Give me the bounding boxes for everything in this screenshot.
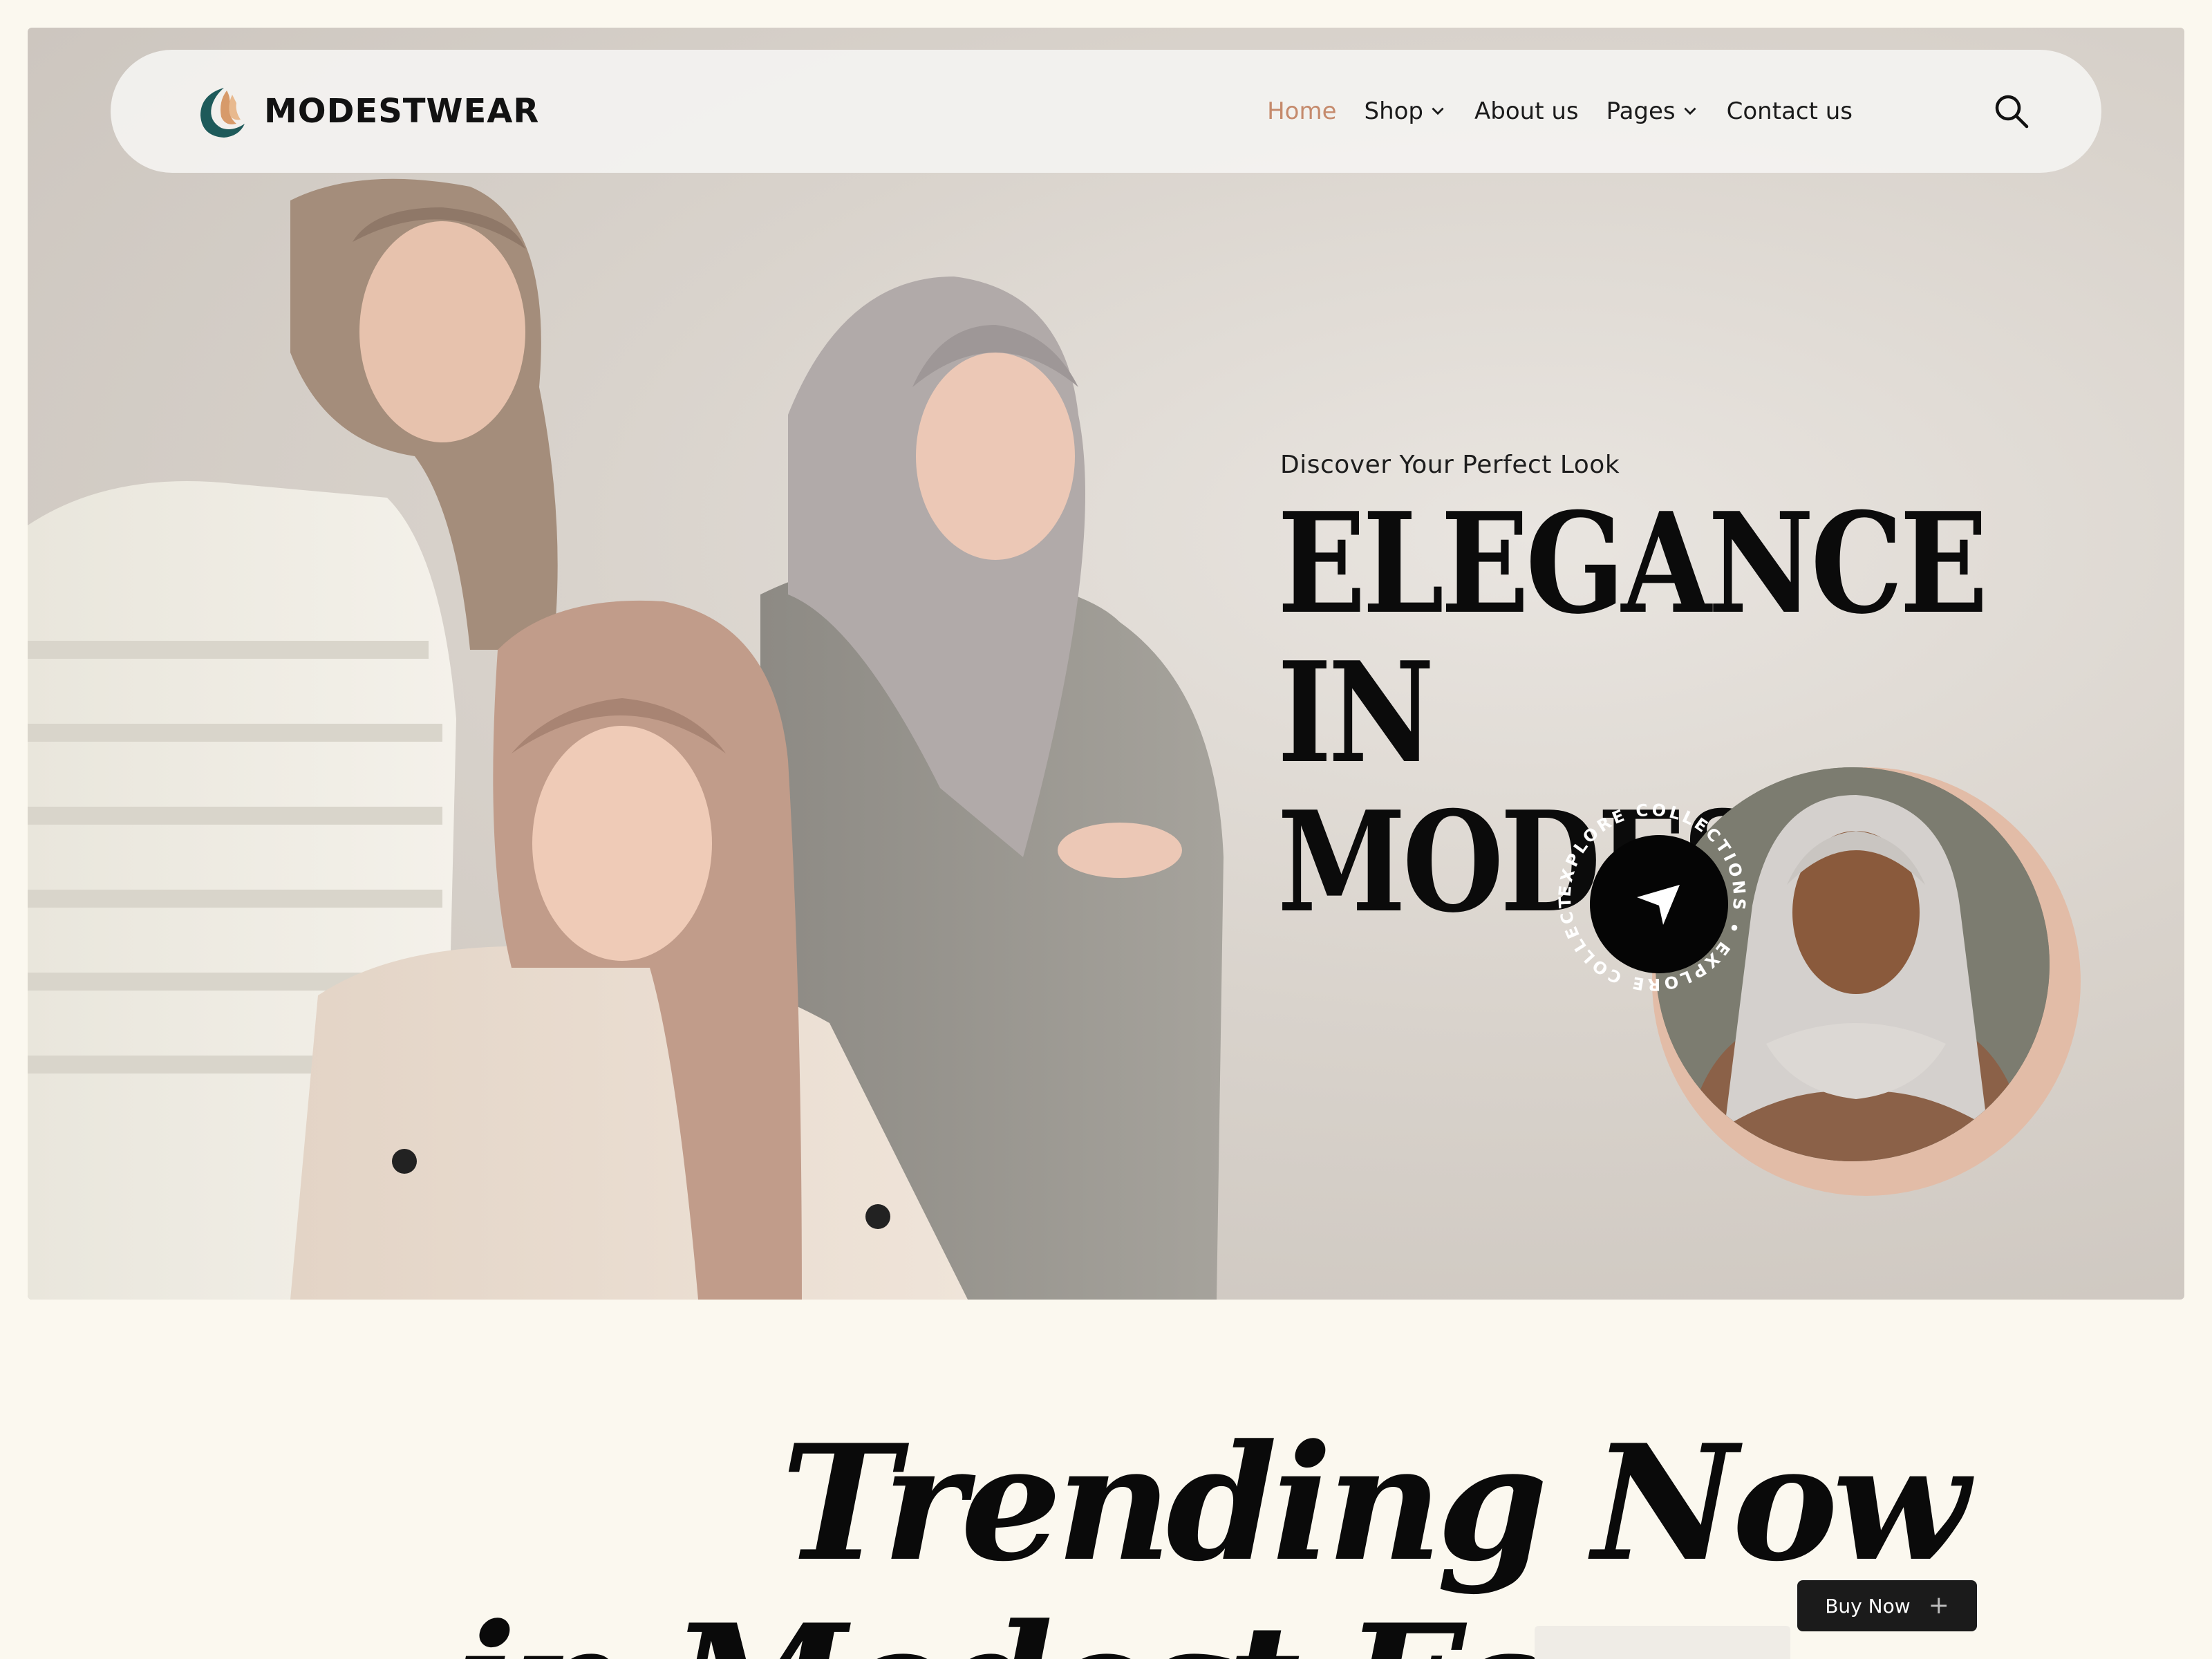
nav-item-about[interactable]: About us bbox=[1474, 97, 1579, 125]
hero-models-photo bbox=[28, 178, 1224, 1300]
explore-collections-button[interactable] bbox=[1590, 835, 1728, 973]
nav-item-label: Home bbox=[1267, 97, 1337, 125]
search-icon[interactable] bbox=[1991, 91, 2032, 132]
send-arrow-icon bbox=[1637, 885, 1680, 925]
nav-item-contact[interactable]: Contact us bbox=[1727, 97, 1853, 125]
trending-heading-line2: in Modest Fashion bbox=[456, 1604, 1535, 1659]
hero-title-line: ELEGANCE IN bbox=[1277, 482, 1988, 794]
nav-links: Home Shop About us Pages Contact us bbox=[1267, 97, 1853, 125]
top-navbar: MODESTWEAR Home Shop About us Pages Cont… bbox=[111, 50, 2101, 173]
nav-item-shop[interactable]: Shop bbox=[1365, 97, 1447, 125]
nav-item-label: About us bbox=[1474, 97, 1579, 125]
nav-item-home[interactable]: Home bbox=[1267, 97, 1336, 125]
nav-item-label: Contact us bbox=[1726, 97, 1853, 125]
plus-icon: + bbox=[1928, 1591, 1949, 1620]
buy-now-label: Buy Now bbox=[1825, 1594, 1911, 1618]
chevron-down-icon bbox=[1432, 107, 1444, 115]
logo-icon bbox=[200, 88, 245, 138]
brand-logo[interactable]: MODESTWEAR bbox=[191, 81, 539, 142]
chevron-down-icon bbox=[1684, 107, 1696, 115]
nav-item-pages[interactable]: Pages bbox=[1606, 97, 1699, 125]
product-card-top[interactable] bbox=[1535, 1626, 1790, 1659]
nav-item-label: Shop bbox=[1364, 97, 1424, 125]
brand-name: MODESTWEAR bbox=[264, 92, 540, 131]
nav-item-label: Pages bbox=[1606, 97, 1676, 125]
buy-now-button[interactable]: Buy Now + bbox=[1797, 1580, 1977, 1631]
hero-eyebrow: Discover Your Perfect Look bbox=[1280, 451, 1620, 479]
trending-heading-line1: Trending Now bbox=[781, 1410, 1969, 1597]
